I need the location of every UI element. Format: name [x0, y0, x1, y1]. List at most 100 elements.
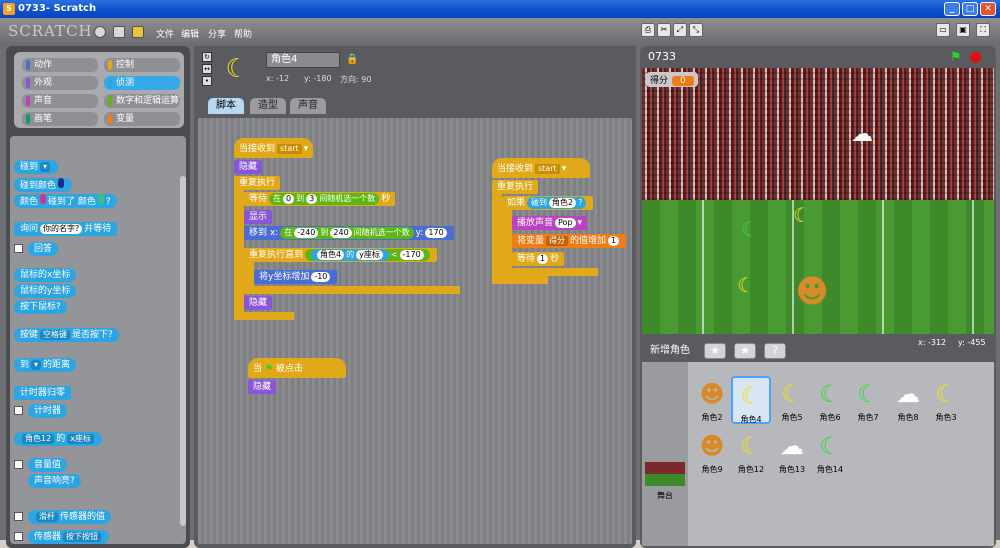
banana-sprite[interactable]: ☾	[738, 218, 762, 240]
sprite-thumb[interactable]: ☾ 角色5	[772, 376, 812, 424]
less-than-reporter[interactable]: 角色4 的 y座标 < -170	[305, 249, 430, 261]
minimize-button[interactable]: _	[944, 2, 960, 16]
sprite-thumb[interactable]: ☾ 角色12	[731, 428, 771, 476]
choose-sprite-icon[interactable]: ★	[734, 343, 756, 359]
block-if[interactable]: 如果 碰到 角色2?	[502, 196, 594, 210]
monitor-checkbox[interactable]	[14, 406, 23, 415]
block-hide[interactable]: 隐藏	[234, 160, 263, 174]
color-swatch[interactable]	[97, 194, 104, 204]
random-to[interactable]: 240	[330, 228, 352, 238]
attribute-input[interactable]: y座标	[356, 250, 383, 260]
category-looks[interactable]: 外观	[22, 76, 98, 90]
sprite-input[interactable]: 角色4	[317, 250, 345, 260]
sprite-thumb[interactable]: ☁ 角色13	[772, 428, 812, 476]
attribute-dropdown[interactable]: x座标	[67, 434, 94, 444]
random-from[interactable]: -240	[294, 228, 319, 238]
block-timer[interactable]: 计时器	[28, 404, 68, 418]
block-mouse-down[interactable]: 按下鼠标?	[14, 300, 67, 314]
block-forever[interactable]: 重复执行	[234, 176, 281, 190]
block-touching-color[interactable]: 碰到颜色	[14, 178, 73, 192]
presentation-mode-icon[interactable]: ⛶	[976, 23, 990, 37]
stage[interactable]: 得分 0 ☾ ☾ ☾ ☁ ☻	[642, 68, 994, 334]
grow-tool-icon[interactable]: ⤢	[673, 23, 687, 37]
stamp-tool-icon[interactable]: ⎙	[641, 23, 655, 37]
change-y-input[interactable]: -10	[311, 272, 331, 282]
palette-scrollbar[interactable]	[180, 176, 186, 526]
close-button[interactable]: ✕	[980, 2, 996, 16]
sprite-thumb[interactable]: ☾ 角色3	[926, 376, 966, 424]
dropdown[interactable]: ▾	[40, 162, 51, 172]
category-sound[interactable]: 声音	[22, 94, 98, 108]
message-dropdown[interactable]: start	[277, 144, 302, 154]
attribute-of-reporter[interactable]: 角色4 的 y座标	[311, 249, 389, 261]
block-loud[interactable]: 声音响亮?	[28, 474, 81, 488]
flip-icon[interactable]: ↔	[202, 64, 212, 74]
random-sprite-icon[interactable]: ?	[764, 343, 786, 359]
sensor-dropdown[interactable]: 滑杆	[36, 512, 58, 522]
block-touching[interactable]: 碰到 ▾	[14, 160, 59, 174]
save-icon[interactable]	[113, 26, 125, 38]
block-repeat-until[interactable]: 重复执行直到 角色4 的 y座标 < -170	[244, 248, 437, 262]
block-when-receive-2[interactable]: 当接收到 start ▾	[492, 158, 590, 178]
dropdown[interactable]: ▾	[31, 360, 42, 370]
block-forever-2[interactable]: 重复执行	[492, 180, 539, 194]
banana-sprite[interactable]: ☾	[734, 274, 758, 296]
sprite-thumb[interactable]: ☻ 角色9	[692, 428, 732, 476]
menu-file[interactable]: 文件	[156, 27, 174, 40]
sprite-thumb[interactable]: ☾ 角色6	[810, 376, 850, 424]
tab-sounds[interactable]: 声音	[290, 98, 326, 114]
category-operators[interactable]: 数字和逻辑运算	[104, 94, 180, 108]
small-stage-icon[interactable]: ▭	[936, 23, 950, 37]
rotate-all-icon[interactable]: ↻	[202, 52, 212, 62]
share-icon[interactable]	[132, 26, 144, 38]
sprite-thumb[interactable]: ☾ 角色7	[848, 376, 888, 424]
block-ask[interactable]: 询问 你的名字? 并等待	[14, 222, 118, 236]
category-motion[interactable]: 动作	[22, 58, 98, 72]
tab-costumes[interactable]: 造型	[250, 98, 286, 114]
category-control[interactable]: 控制	[104, 58, 180, 72]
sprite-thumb[interactable]: ☾ 角色14	[810, 428, 850, 476]
color-swatch[interactable]	[58, 178, 65, 188]
block-reset-timer[interactable]: 计时器归零	[14, 386, 72, 400]
block-goto-xy[interactable]: 移到 x: 在 -240 到 240 间随机选一个数 y: 170	[244, 226, 454, 240]
banana-sprite[interactable]: ☾	[790, 204, 814, 226]
block-show[interactable]: 显示	[244, 210, 273, 224]
globe-icon[interactable]	[94, 26, 106, 38]
tab-scripts[interactable]: 脚本	[208, 98, 244, 114]
sound-input[interactable]: Pop	[555, 218, 576, 228]
stage-thumbnail[interactable]: 舞台	[645, 456, 685, 504]
random-from[interactable]: 0	[283, 194, 295, 204]
sensor-key-dropdown[interactable]: 按下按钮	[63, 532, 102, 542]
block-loudness[interactable]: 音量值	[28, 458, 68, 472]
monitor-checkbox[interactable]	[14, 460, 23, 469]
green-flag-icon[interactable]: ⚑	[950, 49, 962, 67]
category-pen[interactable]: 画笔	[22, 112, 98, 126]
lock-icon[interactable]: 🔒	[346, 54, 358, 65]
message-dropdown[interactable]: start	[535, 164, 560, 174]
block-wait[interactable]: 等待 1 秒	[512, 252, 565, 266]
change-by-input[interactable]: 1	[608, 236, 620, 246]
category-variables[interactable]: 变量	[104, 112, 180, 126]
normal-stage-icon[interactable]: ▣	[956, 23, 970, 37]
block-mouse-y[interactable]: 鼠标的y坐标	[14, 284, 77, 298]
compare-value[interactable]: -170	[399, 250, 424, 260]
sprite-dropdown[interactable]: 角色12	[22, 434, 55, 444]
sprite-thumb-selected[interactable]: ☾ 角色4	[731, 376, 771, 424]
ghost-sprite[interactable]: ☁	[850, 124, 874, 146]
block-mouse-x[interactable]: 鼠标的x坐标	[14, 268, 77, 282]
maximize-button[interactable]: □	[962, 2, 978, 16]
menu-share[interactable]: 分享	[208, 27, 226, 40]
block-when-flag-clicked[interactable]: 当 ⚑ 被点击	[248, 358, 346, 378]
random-to[interactable]: 3	[306, 194, 318, 204]
scissors-tool-icon[interactable]: ✂	[657, 23, 671, 37]
y-input[interactable]: 170	[425, 228, 447, 238]
block-wait-random[interactable]: 等待在 0 到 3 间随机选一个数秒	[244, 192, 396, 206]
ask-input[interactable]: 你的名字?	[40, 224, 83, 234]
monkey-sprite[interactable]: ☻	[794, 266, 830, 316]
key-dropdown[interactable]: 空格键	[40, 330, 71, 340]
random-reporter[interactable]: 在 0 到 3 间随机选一个数	[269, 193, 380, 205]
block-hide-3[interactable]: 隐藏	[248, 380, 277, 394]
block-change-y[interactable]: 将y坐标增加 -10	[254, 270, 338, 284]
touch-target-input[interactable]: 角色2	[549, 198, 577, 208]
block-sensor-pressed[interactable]: 传感器 按下按钮	[28, 530, 110, 544]
